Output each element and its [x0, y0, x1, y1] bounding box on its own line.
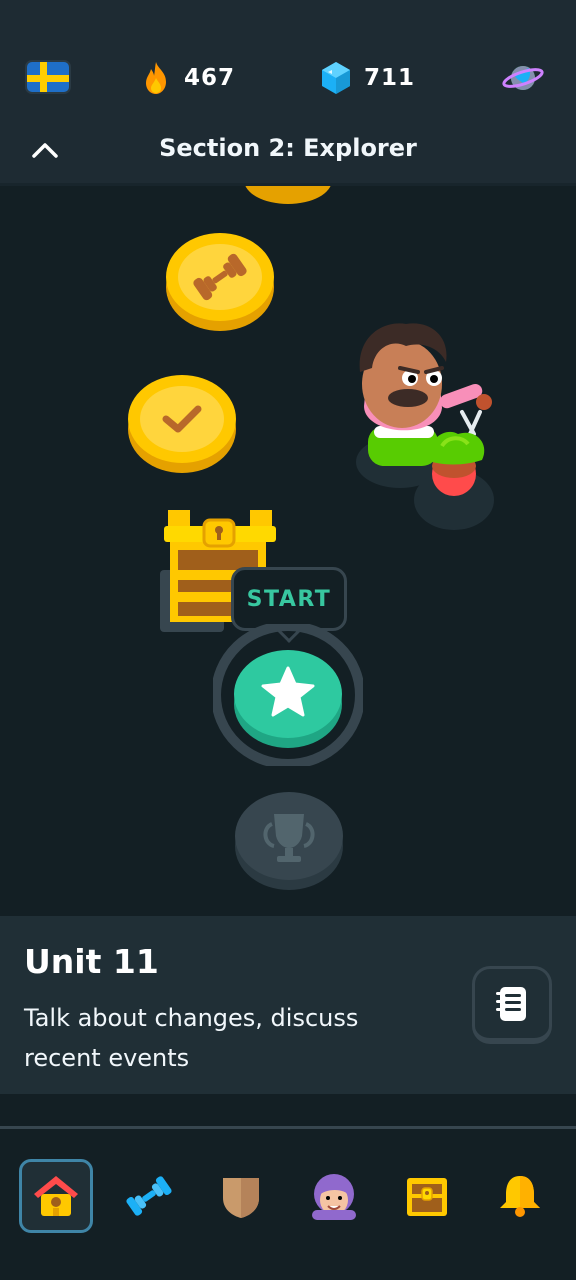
dumbbell-icon	[126, 1176, 172, 1216]
nav-home[interactable]	[19, 1159, 93, 1233]
stats-row: 467 711	[0, 52, 576, 104]
streak-counter[interactable]: 467	[140, 60, 235, 96]
home-icon	[34, 1176, 78, 1216]
bell-icon	[500, 1176, 540, 1217]
sweden-flag-icon[interactable]	[25, 60, 71, 94]
locked-trophy-node[interactable]	[234, 790, 344, 892]
start-lesson-node[interactable]	[213, 624, 363, 766]
top-bar: 467 711 Section 2: Explorer	[0, 0, 576, 186]
character-illustration	[356, 323, 494, 530]
gem-icon	[322, 62, 350, 94]
unit-banner: Unit 11 Talk about changes, discuss rece…	[0, 916, 576, 1094]
nav-notifications[interactable]	[483, 1159, 557, 1233]
fire-icon	[146, 62, 166, 94]
gems-count: 711	[364, 65, 416, 91]
character-avatar-icon	[312, 1174, 356, 1220]
unit-title: Unit 11	[24, 942, 159, 981]
section-row: Section 2: Explorer	[0, 130, 576, 176]
shield-icon	[223, 1178, 259, 1218]
streak-count: 467	[184, 65, 236, 91]
guidebook-button[interactable]	[472, 966, 552, 1044]
duolingo-learn-screen: 467 711 Section 2: Explorer START Unit 1…	[0, 0, 576, 1280]
unit-description: Talk about changes, discuss recent event…	[24, 1004, 359, 1072]
nav-leagues[interactable]	[204, 1159, 278, 1233]
nav-shop[interactable]	[390, 1159, 464, 1233]
lesson-path: START	[0, 166, 576, 916]
gems-counter[interactable]: 711	[320, 60, 415, 96]
nav-characters[interactable]	[297, 1159, 371, 1233]
guidebook-icon	[496, 986, 526, 1021]
practice-lesson-node[interactable]	[164, 231, 276, 333]
section-title[interactable]: Section 2: Explorer	[0, 134, 576, 162]
super-globe-icon[interactable]	[502, 60, 544, 96]
treasure-chest-icon	[407, 1178, 447, 1216]
nav-practice[interactable]	[112, 1159, 186, 1233]
start-tooltip[interactable]: START	[231, 567, 347, 631]
bottom-nav	[0, 1126, 576, 1280]
completed-lesson-node[interactable]	[126, 373, 238, 475]
